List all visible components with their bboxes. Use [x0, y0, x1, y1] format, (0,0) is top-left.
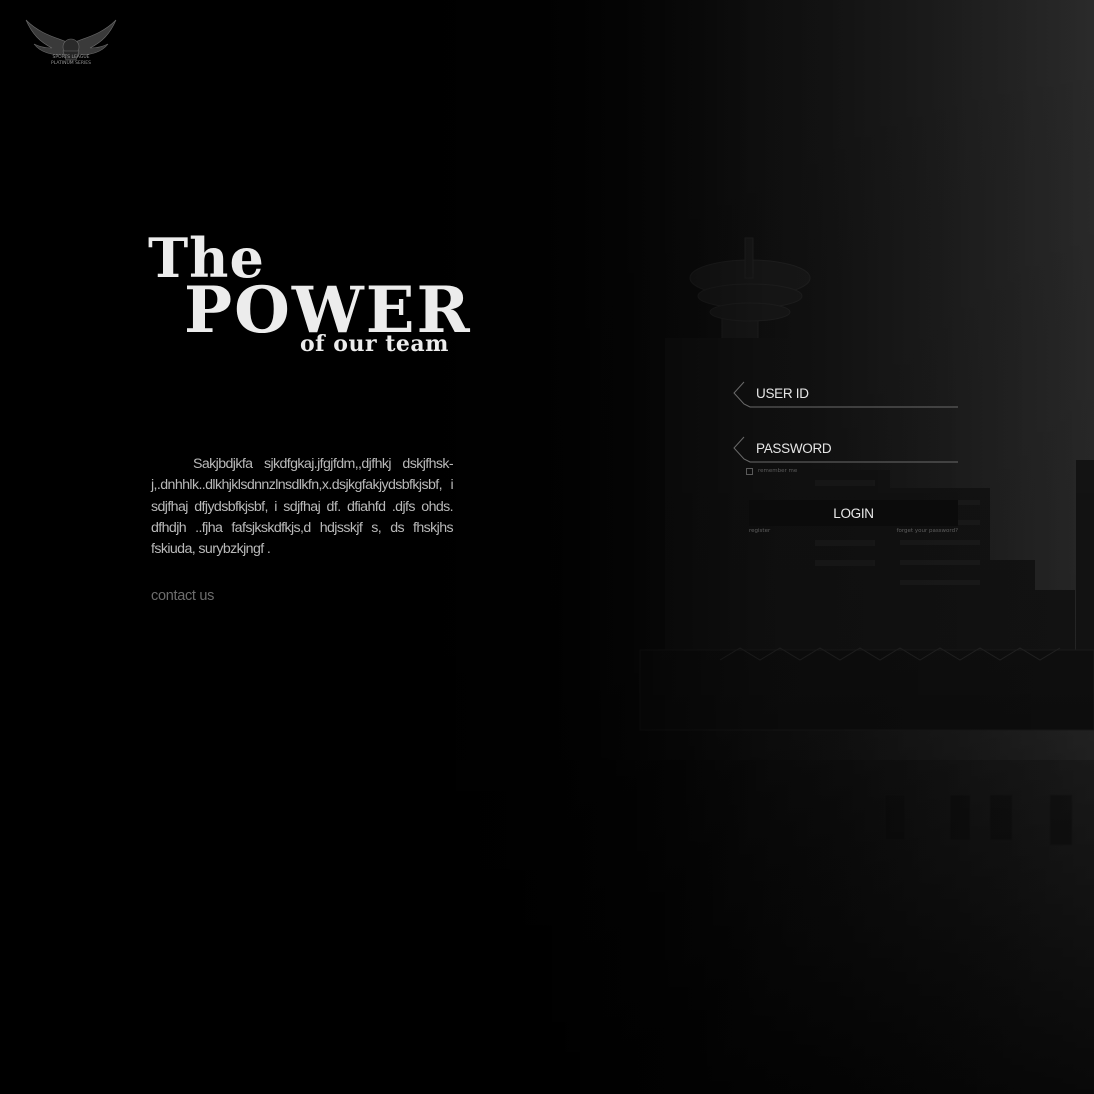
password-field — [732, 433, 958, 463]
headline-of-our-team: of our team — [300, 331, 449, 357]
logo-text-top: SPORTS LEAGUE — [53, 54, 90, 60]
remember-me-checkbox[interactable] — [746, 467, 753, 475]
remember-me[interactable]: remember me — [746, 466, 797, 476]
logo-text-bottom: PLATINUM SERIES — [51, 60, 91, 66]
user-id-input[interactable] — [754, 382, 952, 404]
forgot-password-link[interactable]: forget your password? — [897, 528, 958, 534]
hero-description: Sakjbdjkfa sjkdfgkaj.jfgjfdm,,djfhkj dsk… — [151, 456, 454, 558]
password-input[interactable] — [754, 437, 952, 459]
register-link[interactable]: register — [749, 528, 770, 534]
login-page: SPORTS LEAGUE PLATINUM SERIES The POWER … — [0, 0, 1094, 1094]
brand-logo[interactable]: SPORTS LEAGUE PLATINUM SERIES — [22, 14, 120, 74]
user-id-field — [732, 378, 958, 408]
hero-headline: The POWER of our team — [148, 228, 470, 368]
remember-me-label: remember me — [758, 468, 798, 474]
login-button[interactable]: LOGIN — [749, 500, 958, 526]
contact-us-link[interactable]: contact us — [151, 588, 214, 604]
